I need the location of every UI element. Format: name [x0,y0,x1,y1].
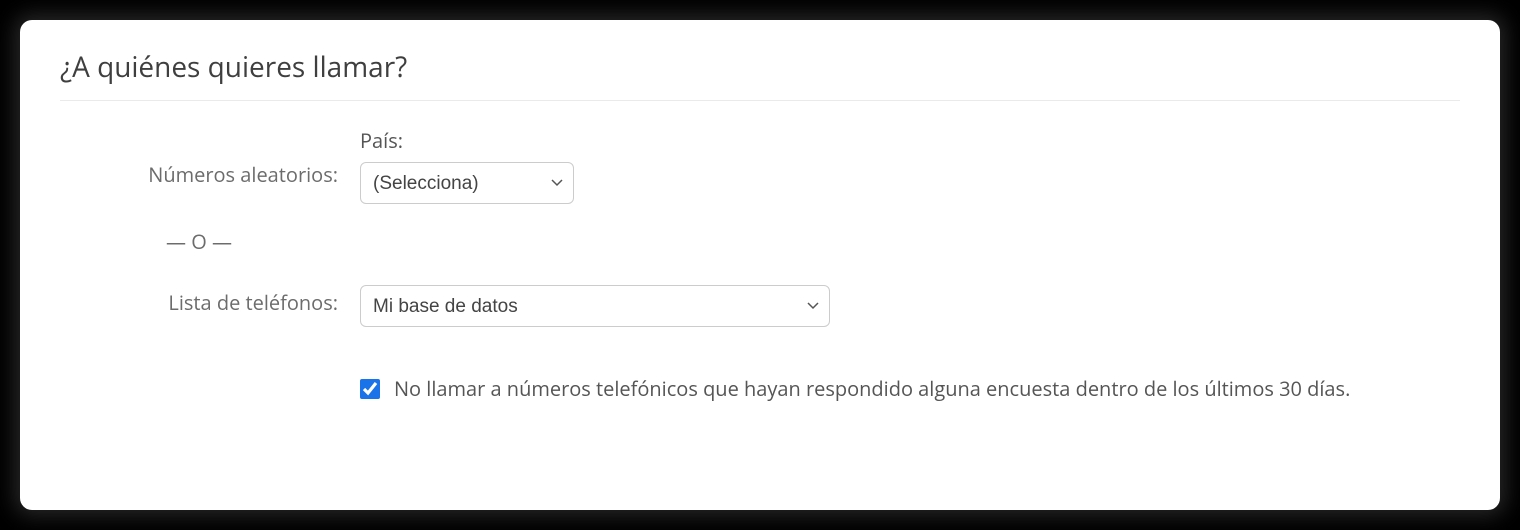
exclude-recent-checkbox[interactable] [360,379,380,399]
or-separator: — O — [60,228,360,255]
call-target-panel: ¿A quiénes quieres llamar? Números aleat… [20,20,1500,510]
exclude-checkbox-wrap: No llamar a números telefónicos que haya… [360,375,1350,402]
panel-title: ¿A quiénes quieres llamar? [60,48,1460,101]
phone-list-row: Lista de teléfonos: Mi base de datos [60,285,1460,327]
country-sublabel: País: [360,127,1460,154]
random-numbers-row: Números aleatorios: País: (Selecciona) [60,127,1460,204]
exclude-recent-label: No llamar a números telefónicos que haya… [394,375,1350,402]
exclude-row: No llamar a números telefónicos que haya… [60,375,1460,402]
phone-list-label: Lista de teléfonos: [60,285,360,316]
phone-list-select[interactable]: Mi base de datos [360,285,830,327]
country-input-col: País: (Selecciona) [360,127,1460,204]
country-select[interactable]: (Selecciona) [360,162,574,204]
separator-row: — O — [60,228,1460,255]
random-numbers-label: Números aleatorios: [60,127,360,188]
phone-list-input-col: Mi base de datos [360,285,1460,327]
